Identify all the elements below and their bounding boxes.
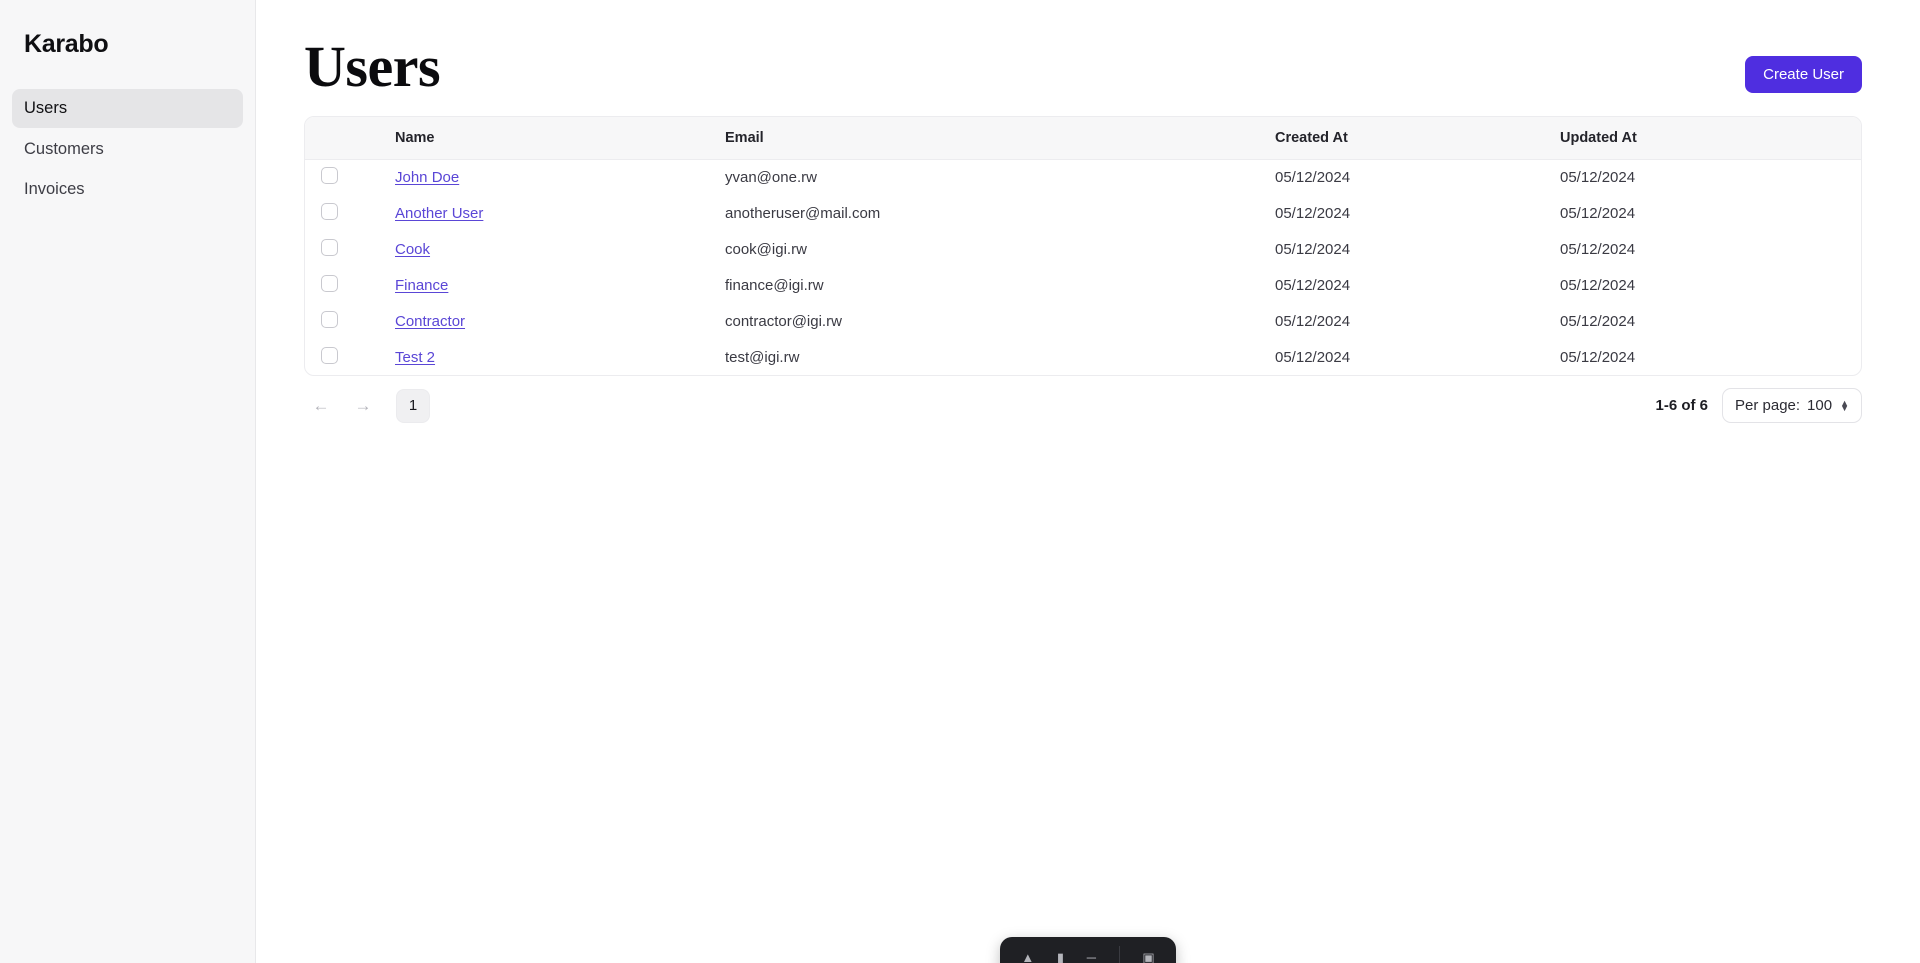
table-row: Cook cook@igi.rw 05/12/2024 05/12/2024 [305,231,1861,267]
table-row: John Doe yvan@one.rw 05/12/2024 05/12/20… [305,159,1861,195]
sidebar-item-label: Customers [24,139,104,158]
user-name-link[interactable]: Cook [395,241,430,258]
per-page-label: Per page: [1735,397,1801,414]
row-checkbox[interactable] [321,238,338,256]
floating-toolbar: ▲ ▮ ─ ▣ [1000,937,1176,963]
cursor-icon[interactable]: ▲ [1021,951,1034,963]
cell-updated-at: 05/12/2024 [1560,204,1636,222]
per-page-select[interactable]: Per page: 100 ▲ ▼ [1722,388,1862,423]
user-name-link[interactable]: Another User [395,205,483,222]
cell-name: Test 2 [395,339,725,375]
row-checkbox[interactable] [321,274,338,292]
row-checkbox[interactable] [321,310,338,328]
user-name-link[interactable]: Test 2 [395,349,435,366]
cell-created-at: 05/12/2024 [1275,168,1351,186]
users-table-card: Name Email Created At Updated At John Do… [304,116,1862,376]
column-header-name[interactable]: Name [395,117,725,160]
cell-name: Another User [395,195,725,231]
table-row: Finance finance@igi.rw 05/12/2024 05/12/… [305,267,1861,303]
sidebar: Karabo Users Customers Invoices [0,0,256,963]
sidebar-item-invoices[interactable]: Invoices [12,170,243,209]
user-name-link[interactable]: Finance [395,277,448,294]
cell-email: anotheruser@mail.com [725,204,881,222]
cell-updated-at: 05/12/2024 [1560,312,1636,330]
column-header-email[interactable]: Email [725,117,1275,160]
pagination-bar: ← → 1 1-6 of 6 Per page: 100 ▲ ▼ [304,388,1862,423]
camera-icon[interactable]: ▣ [1142,951,1154,963]
cell-created-at: 05/12/2024 [1275,240,1351,258]
table-header: Name Email Created At Updated At [305,117,1861,160]
row-checkbox[interactable] [321,166,338,184]
row-checkbox[interactable] [321,346,338,364]
row-select-cell [305,303,395,339]
pagination-summary: 1-6 of 6 Per page: 100 ▲ ▼ [1655,388,1862,423]
cell-name: Contractor [395,303,725,339]
main-content: Users Create User Name Email Created At … [256,0,1920,963]
cell-updated-at: 05/12/2024 [1560,348,1636,366]
row-select-cell [305,231,395,267]
cell-email: cook@igi.rw [725,240,807,258]
sidebar-item-customers[interactable]: Customers [12,130,243,169]
cell-updated-at: 05/12/2024 [1560,276,1636,294]
row-select-cell [305,267,395,303]
app-root: Karabo Users Customers Invoices Users Cr… [0,0,1920,963]
arrow-right-icon[interactable]: → [348,391,378,421]
cell-created-at: 05/12/2024 [1275,276,1351,294]
row-select-cell [305,159,395,195]
cell-email: contractor@igi.rw [725,312,842,330]
column-header-created-at[interactable]: Created At [1275,117,1560,160]
cell-email: yvan@one.rw [725,168,817,186]
user-name-link[interactable]: Contractor [395,313,465,330]
cell-name: John Doe [395,159,725,195]
cell-email: test@igi.rw [725,348,800,366]
row-select-cell [305,339,395,375]
column-header-updated-at[interactable]: Updated At [1560,117,1861,160]
column-header-select [305,117,395,160]
table-body: John Doe yvan@one.rw 05/12/2024 05/12/20… [305,159,1861,375]
table-row: Contractor contractor@igi.rw 05/12/2024 … [305,303,1861,339]
table-row: Test 2 test@igi.rw 05/12/2024 05/12/2024 [305,339,1861,375]
sidebar-item-users[interactable]: Users [12,89,243,128]
page-header: Users Create User [304,30,1862,108]
cell-name: Cook [395,231,725,267]
row-select-cell [305,195,395,231]
toolbar-separator [1118,946,1120,963]
cell-name: Finance [395,267,725,303]
arrow-left-icon[interactable]: ← [306,391,336,421]
cell-created-at: 05/12/2024 [1275,312,1351,330]
cell-created-at: 05/12/2024 [1275,348,1351,366]
row-checkbox[interactable] [321,202,338,220]
page-title: Users [304,34,441,99]
per-page-value: 100 [1807,397,1833,414]
cell-created-at: 05/12/2024 [1275,204,1351,222]
eraser-icon[interactable]: ▮ [1057,951,1064,963]
page-number-button[interactable]: 1 [396,388,430,423]
cell-email: finance@igi.rw [725,276,824,294]
pen-icon[interactable]: ─ [1087,951,1096,963]
table-row: Another User anotheruser@mail.com 05/12/… [305,195,1861,231]
create-user-button[interactable]: Create User [1745,56,1862,93]
app-brand: Karabo [24,30,109,58]
pagination-controls: ← → 1 [306,388,430,423]
sidebar-nav: Users Customers Invoices [12,89,243,209]
users-table: Name Email Created At Updated At John Do… [305,117,1861,375]
sidebar-item-label: Users [24,99,68,117]
result-range-label: 1-6 of 6 [1655,397,1708,414]
cell-updated-at: 05/12/2024 [1560,240,1636,258]
user-name-link[interactable]: John Doe [395,169,459,186]
cell-updated-at: 05/12/2024 [1560,168,1636,186]
sidebar-item-label: Invoices [24,180,85,199]
table-header-row: Name Email Created At Updated At [305,117,1861,160]
chevron-updown-icon: ▲ ▼ [1840,397,1849,413]
